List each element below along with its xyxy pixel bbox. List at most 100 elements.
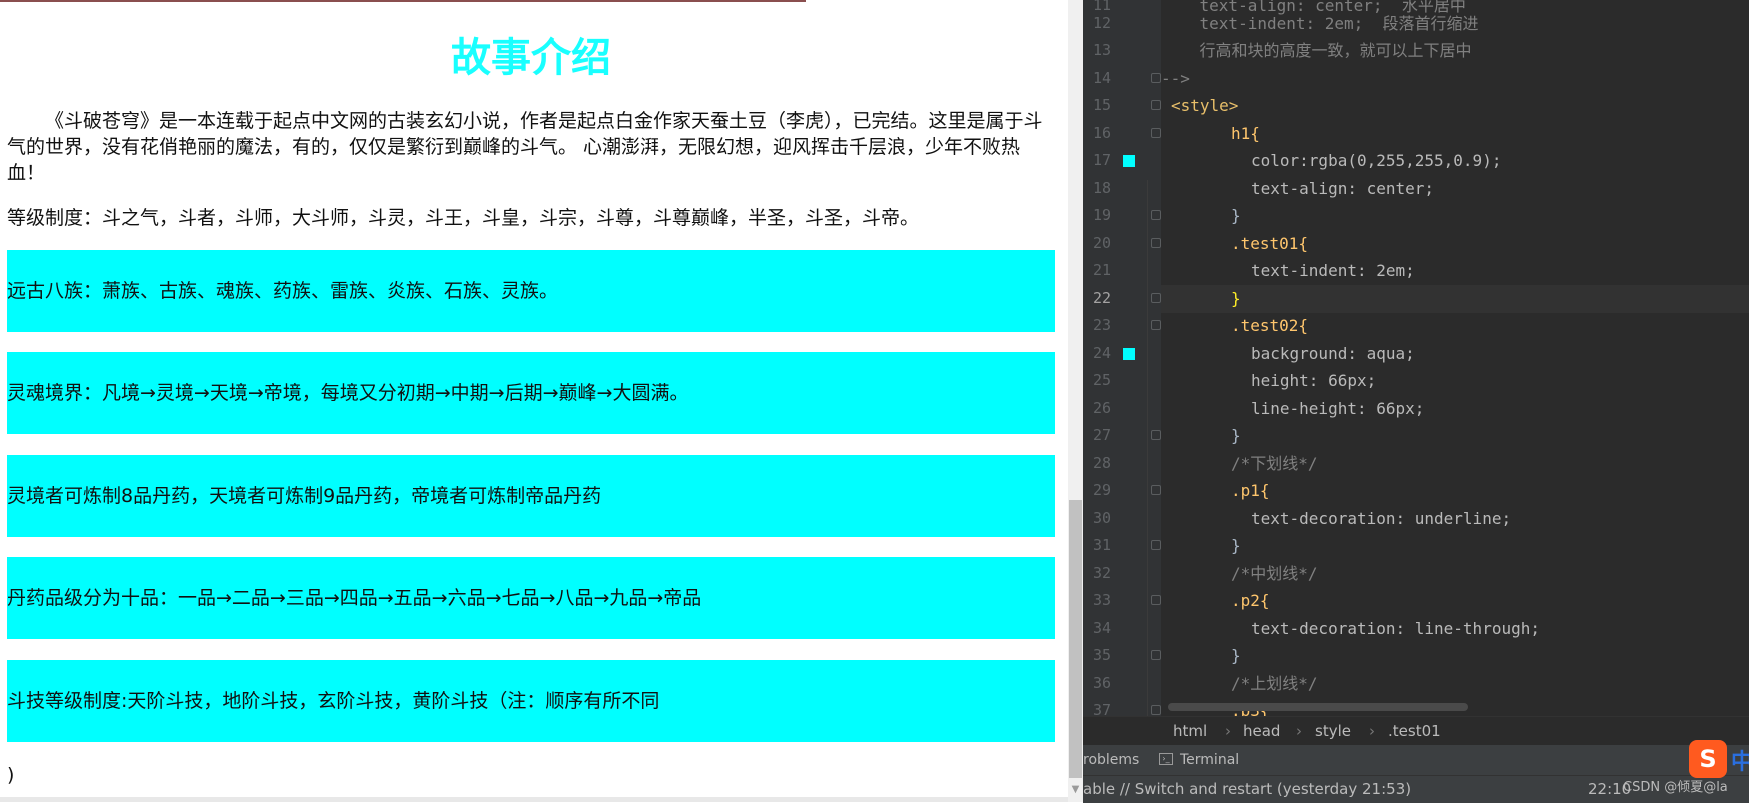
scroll-down-arrow-icon[interactable]: ▼: [1068, 782, 1083, 798]
breadcrumb-separator-icon: ›: [1225, 722, 1231, 740]
breadcrumb-item-selector[interactable]: .test01: [1388, 717, 1441, 745]
line-number: 15: [1092, 96, 1111, 114]
fold-icon[interactable]: [1151, 293, 1161, 303]
intro-paragraph: 《斗破苍穹》是一本连载于起点中文网的古装玄幻小说，作者是起点白金作家天蚕土豆（李…: [7, 110, 1043, 184]
fold-guide: [1147, 180, 1148, 720]
code-line: text-decoration: underline;: [1251, 509, 1512, 528]
line-number: 33: [1092, 591, 1111, 609]
top-image-edge: [0, 0, 806, 2]
line-number: 23: [1092, 316, 1111, 334]
aqua-block-ancient-clans: 远古八族：萧族、古族、魂族、药族、雷族、炎族、石族、灵族。: [7, 250, 1055, 332]
status-message[interactable]: able // Switch and restart (yesterday 21…: [1083, 776, 1411, 802]
breadcrumb-item-head[interactable]: head: [1243, 717, 1280, 745]
code-line: height: 66px;: [1251, 371, 1377, 390]
bottom-edge: [0, 797, 1068, 802]
sogou-ime-icon[interactable]: S: [1689, 740, 1727, 778]
fold-icon[interactable]: [1151, 73, 1161, 83]
line-number: 31: [1092, 536, 1111, 554]
code-line: color:rgba(0,255,255,0.9);: [1251, 151, 1502, 170]
color-swatch-icon[interactable]: [1123, 348, 1135, 360]
fold-icon[interactable]: [1151, 430, 1161, 440]
code-line: }: [1231, 206, 1241, 225]
fold-icon[interactable]: [1151, 128, 1161, 138]
line-number: 36: [1092, 674, 1111, 692]
tab-problems[interactable]: roblems: [1083, 745, 1139, 775]
line-number: 35: [1092, 646, 1111, 664]
code-line: 行高和块的高度一致，就可以上下居中: [1161, 41, 1472, 60]
line-number-current: 22: [1092, 289, 1111, 307]
line-number: 25: [1092, 371, 1111, 389]
line-number: 30: [1092, 509, 1111, 527]
line-number: 21: [1092, 261, 1111, 279]
levels-paragraph: 等级制度：斗之气，斗者，斗师，大斗师，斗灵，斗王，斗皇，斗宗，斗尊，斗尊巅峰，半…: [7, 207, 920, 229]
fold-icon[interactable]: [1151, 100, 1161, 110]
code-line: .p1{: [1231, 481, 1270, 500]
aqua-block-fighting-skills: 斗技等级制度:天阶斗技，地阶斗技，玄阶斗技，黄阶斗技（注：顺序有所不同: [7, 660, 1055, 742]
code-line: text-indent: 2em;: [1251, 261, 1415, 280]
page-title: 故事介绍: [451, 35, 611, 81]
code-line: .test02{: [1231, 316, 1309, 335]
ime-mode-label[interactable]: 中: [1731, 744, 1749, 776]
fold-icon[interactable]: [1151, 238, 1161, 248]
code-line: }: [1231, 426, 1241, 445]
line-number: 34: [1092, 619, 1111, 637]
fold-icon[interactable]: [1151, 705, 1161, 715]
trailing-text: ): [7, 764, 15, 786]
fold-icon[interactable]: [1151, 320, 1161, 330]
watermark-text: CSDN @倾夏@la: [1623, 780, 1728, 795]
aqua-block-pill-grades: 丹药品级分为十品：一品→二品→三品→四品→五品→六品→七品→八品→九品→帝品: [7, 557, 1055, 639]
code-line: /*下划线*/: [1231, 454, 1318, 473]
aqua-block-soul-realm: 灵魂境界：凡境→灵境→天境→帝境，每境又分初期→中期→后期→巅峰→大圆满。: [7, 352, 1055, 434]
code-line-current: }: [1161, 285, 1749, 313]
code-line: .test01{: [1231, 234, 1309, 253]
code-text-area[interactable]: text-align: center; 水平居中 text-indent: 2e…: [1161, 0, 1749, 716]
fold-icon[interactable]: [1151, 595, 1161, 605]
code-line: h1{: [1231, 124, 1260, 143]
code-line: <style>: [1171, 96, 1239, 115]
terminal-icon: ›_: [1159, 753, 1173, 765]
breadcrumb: html › head › style › .test01: [1083, 716, 1749, 746]
code-line: }: [1231, 536, 1241, 555]
code-line: text-decoration: line-through;: [1251, 619, 1540, 638]
line-number: 29: [1092, 481, 1111, 499]
code-line: text-align: center;: [1251, 179, 1435, 198]
aqua-block-alchemy: 灵境者可炼制8品丹药，天境者可炼制9品丹药，帝境者可炼制帝品丹药: [7, 455, 1055, 537]
browser-preview: 故事介绍 《斗破苍穹》是一本连载于起点中文网的古装玄幻小说，作者是起点白金作家天…: [0, 0, 1068, 802]
line-number: 18: [1092, 179, 1111, 197]
fold-icon[interactable]: [1151, 210, 1161, 220]
fold-icon[interactable]: [1151, 540, 1161, 550]
line-number: 14: [1092, 69, 1111, 87]
line-number: 13: [1092, 41, 1111, 59]
code-line: -->: [1161, 69, 1190, 88]
code-line: text-indent: 2em; 段落首行缩进: [1161, 14, 1479, 33]
line-gutter: 11 12 13 14 15 16 17 18 19 20 21 22 23 2…: [1083, 0, 1161, 720]
line-number: 32: [1092, 564, 1111, 582]
fold-icon[interactable]: [1151, 485, 1161, 495]
fold-icon[interactable]: [1151, 650, 1161, 660]
editor-horizontal-scrollbar[interactable]: [1168, 703, 1468, 711]
breadcrumb-item-style[interactable]: style: [1315, 717, 1351, 745]
breadcrumb-item-html[interactable]: html: [1173, 717, 1207, 745]
preview-scrollbar-thumb[interactable]: [1069, 500, 1082, 778]
code-line: /*上划线*/: [1231, 674, 1318, 693]
code-line: }: [1231, 646, 1241, 665]
line-number: 27: [1092, 426, 1111, 444]
line-number: 19: [1092, 206, 1111, 224]
line-number: 24: [1092, 344, 1111, 362]
line-number: 17: [1092, 151, 1111, 169]
color-swatch-icon[interactable]: [1123, 155, 1135, 167]
line-number: 26: [1092, 399, 1111, 417]
code-line: background: aqua;: [1251, 344, 1415, 363]
tab-terminal[interactable]: Terminal: [1180, 745, 1239, 775]
code-line: .p2{: [1231, 591, 1270, 610]
line-number: 20: [1092, 234, 1111, 252]
breadcrumb-separator-icon: ›: [1369, 722, 1375, 740]
line-number: 28: [1092, 454, 1111, 472]
line-number: 16: [1092, 124, 1111, 142]
code-line: line-height: 66px;: [1251, 399, 1425, 418]
tool-window-tabs: roblems ›_ Terminal: [1083, 745, 1749, 775]
breadcrumb-separator-icon: ›: [1296, 722, 1302, 740]
code-editor: 11 12 13 14 15 16 17 18 19 20 21 22 23 2…: [1083, 0, 1749, 803]
code-line: /*中划线*/: [1231, 564, 1318, 583]
line-number: 12: [1092, 14, 1111, 32]
